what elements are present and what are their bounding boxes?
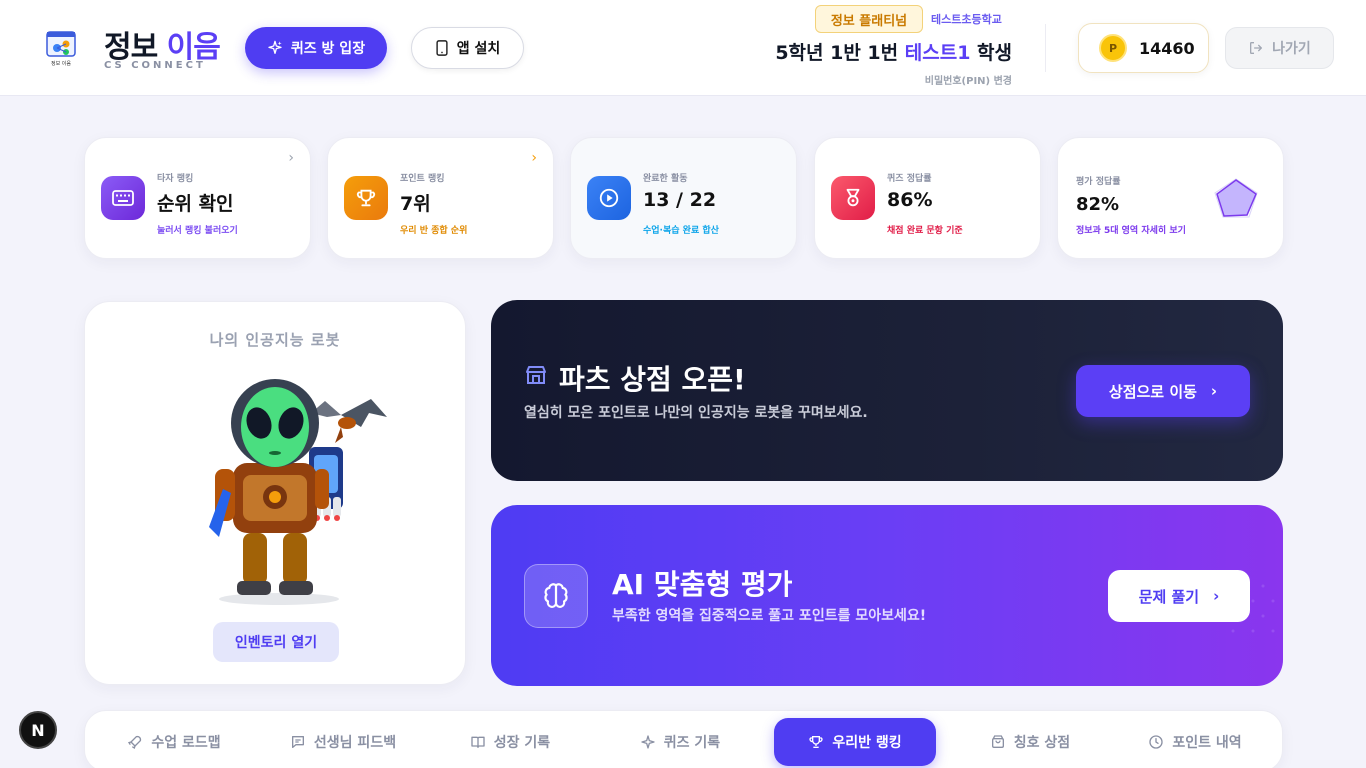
dragon-pet [311,399,387,443]
stat-label: 퀴즈 정답률 [887,174,932,184]
message-icon [291,736,304,748]
solve-problems-button[interactable]: 문제 풀기 › [1108,570,1250,622]
medal-icon [831,176,875,220]
stat-sub: 우리 반 종합 순위 [400,226,468,236]
nav-label: 선생님 피드백 [313,735,397,751]
nav-tab-class-ranking[interactable]: 우리반 랭킹 [774,718,936,766]
coin-icon: P [1099,34,1127,62]
robot-card-title: 나의 인공지능 로봇 [209,331,341,349]
nav-label: 포인트 내역 [1172,735,1242,751]
install-app-button[interactable]: 앱 설치 [411,27,524,69]
nav-tab-point-history[interactable]: 포인트 내역 [1135,718,1255,766]
solve-problems-label: 문제 풀기 [1138,587,1200,606]
tablet-icon [436,40,448,56]
shop-banner: 파츠 상점 오픈! 열심히 모은 포인트로 나만의 인공지능 로봇을 꾸며보세요… [491,300,1283,481]
ai-assessment-banner: AI 맞춤형 평가 부족한 영역을 집중적으로 풀고 포인트를 모아보세요! 문… [491,505,1283,686]
nav-tab-class-roadmap[interactable]: 수업 로드맵 [109,718,239,766]
go-to-shop-label: 상점으로 이동 [1108,382,1197,401]
sparkle-icon [268,40,282,54]
ai-assessment-description: 부족한 영역을 집중적으로 풀고 포인트를 모아보세요! [612,608,927,624]
trophy-icon [344,176,388,220]
student-name: 테스트1 [904,42,971,64]
robot-card: 나의 인공지능 로봇 인벤토리 열기 [84,301,466,685]
enter-quiz-room-button[interactable]: 퀴즈 방 입장 [245,27,387,69]
book-icon [471,736,485,748]
stat-value: 86% [887,189,933,211]
nav-tab-teacher-feedback[interactable]: 선생님 피드백 [273,718,413,766]
play-icon [587,176,631,220]
stat-sub: 눌러서 랭킹 불러오기 [157,226,238,236]
stat-label: 완료한 활동 [643,174,688,184]
shop-description: 열심히 모은 포인트로 나만의 인공지능 로봇을 꾸며보세요. [524,405,868,421]
stat-value: 7위 [400,193,431,215]
nav-tab-growth-record[interactable]: 성장 기록 [455,718,565,766]
logout-icon [1250,42,1263,54]
stat-label: 포인트 랭킹 [400,174,445,184]
stat-label: 타자 랭킹 [157,174,194,184]
student-info: 5학년 1반 1번 테스트1 학생 [775,38,1012,65]
chevron-right-icon: › [288,150,294,166]
exit-label: 나가기 [1272,41,1311,57]
stat-label: 평가 정답률 [1076,177,1121,187]
install-app-label: 앱 설치 [456,41,501,57]
stat-sub: 정보과 5대 영역 자세히 보기 [1076,226,1186,236]
tier-badge: 정보 플래티넘 [815,5,923,33]
top-header: 정보 이음 정보 이음 CS CONNECT 퀴즈 방 입장 앱 설치 정보 플… [0,0,1366,96]
chevron-right-icon: › [1213,587,1220,605]
logo-caption: 정보 이음 [51,60,71,67]
ai-assessment-title: AI 맞춤형 평가 [612,568,793,601]
stat-value: 82% [1076,194,1120,215]
store-icon [526,366,546,384]
stat-sub: 채점 완료 문항 기준 [887,226,963,236]
trophy-icon [809,736,823,748]
logo-icon: 정보 이음 [46,31,76,67]
school-name: 테스트초등학교 [931,13,1002,26]
nav-label: 퀴즈 기록 [663,735,721,751]
points-display[interactable]: P 14460 [1078,23,1209,73]
rocket-icon [128,735,142,750]
dev-tools-badge[interactable]: N [19,711,57,749]
go-to-shop-button[interactable]: 상점으로 이동 › [1076,365,1250,417]
nav-tab-title-shop[interactable]: 칭호 상점 [975,718,1085,766]
stat-card-quiz-accuracy: 퀴즈 정답률 86% 채점 완료 문항 기준 [814,137,1041,259]
app-logo[interactable]: 정보 이음 [33,24,89,72]
shop-title: 파츠 상점 오픈! [559,363,746,396]
brain-icon [524,564,588,628]
nav-label: 수업 로드맵 [151,735,221,751]
enter-quiz-room-label: 퀴즈 방 입장 [290,41,366,57]
nav-label: 성장 기록 [493,735,551,751]
nav-label: 칭호 상점 [1013,735,1071,751]
stat-card-point-ranking[interactable]: 포인트 랭킹 7위 우리 반 종합 순위 › [327,137,554,259]
change-pin-link[interactable]: 비밀번호(PIN) 변경 [925,72,1012,87]
keyboard-icon [101,176,145,220]
stat-card-completed-activities: 완료한 활동 13 / 22 수업·복습 완료 합산 [570,137,797,259]
stat-value: 순위 확인 [157,193,234,215]
stat-card-assessment-accuracy[interactable]: 평가 정답률 82% 정보과 5대 영역 자세히 보기 [1057,137,1284,259]
robot-avatar-image [209,379,387,605]
chevron-right-icon: › [531,150,537,166]
clock-icon [1149,735,1164,749]
bottom-nav: 수업 로드맵 선생님 피드백 성장 기록 퀴즈 기록 우리반 랭킹 칭호 상점 [84,710,1283,768]
nav-tab-quiz-record[interactable]: 퀴즈 기록 [625,718,735,766]
sparkle-icon [641,735,655,749]
radar-chart-icon [1214,178,1258,218]
stat-value: 13 / 22 [643,189,717,211]
header-divider [1045,24,1046,72]
student-suffix: 학생 [970,42,1012,64]
exit-button[interactable]: 나가기 [1225,27,1334,69]
points-value: 14460 [1139,38,1195,58]
nav-label: 우리반 랭킹 [832,735,902,751]
chevron-right-icon: › [1210,382,1218,400]
stat-card-typing-ranking[interactable]: 타자 랭킹 순위 확인 눌러서 랭킹 불러오기 › [84,137,311,259]
student-class: 5학년 1반 1번 [775,42,905,64]
stat-sub: 수업·복습 완료 합산 [643,226,719,236]
app-subtitle: CS CONNECT [104,60,206,71]
open-inventory-button[interactable]: 인벤토리 열기 [213,622,339,662]
shopping-bag-icon [991,735,1004,748]
